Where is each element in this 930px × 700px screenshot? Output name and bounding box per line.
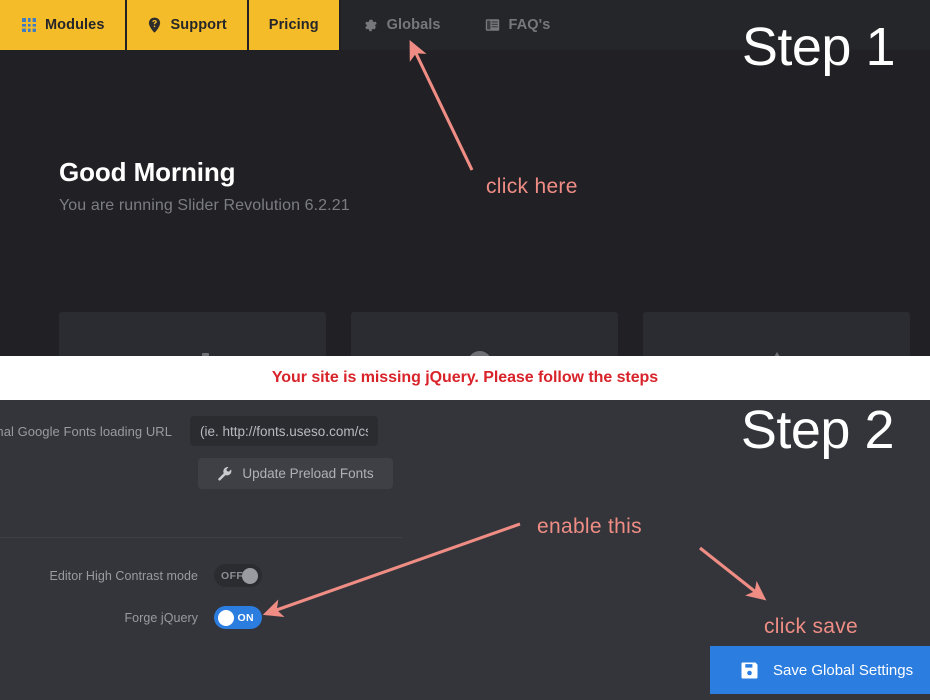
google-fonts-url-input[interactable] bbox=[190, 416, 378, 446]
update-preload-fonts-button[interactable]: Update Preload Fonts bbox=[198, 458, 393, 489]
question-pin-icon bbox=[147, 17, 162, 33]
google-fonts-url-row: tional Google Fonts loading URL bbox=[0, 416, 378, 446]
nav-item-faqs-label: FAQ's bbox=[508, 17, 551, 33]
editor-high-contrast-label: Editor High Contrast mode bbox=[49, 568, 198, 583]
greeting-title: Good Morning bbox=[59, 157, 236, 187]
editor-high-contrast-toggle[interactable]: OFF bbox=[214, 564, 262, 587]
toggle-knob bbox=[218, 609, 234, 626]
forge-jquery-label: Forge jQuery bbox=[124, 610, 198, 625]
forge-jquery-toggle[interactable]: ON bbox=[214, 606, 262, 629]
greeting-block: Good Morning You are running Slider Revo… bbox=[59, 158, 350, 215]
dashboard-card[interactable] bbox=[643, 312, 910, 356]
dashboard-card[interactable] bbox=[59, 312, 326, 356]
editor-high-contrast-state: OFF bbox=[221, 569, 244, 582]
step1-panel: Modules Support Pricing Globals FAQ's St… bbox=[0, 0, 930, 356]
save-global-settings-label: Save Global Settings bbox=[773, 661, 914, 679]
toggle-knob bbox=[242, 567, 258, 584]
section-divider bbox=[0, 537, 402, 538]
update-preload-fonts-label: Update Preload Fonts bbox=[242, 466, 374, 481]
greeting-subtitle: You are running Slider Revolution 6.2.21 bbox=[59, 196, 350, 214]
nav-item-globals[interactable]: Globals bbox=[341, 0, 463, 50]
jquery-missing-banner: Your site is missing jQuery. Please foll… bbox=[0, 356, 930, 400]
nav-item-pricing[interactable]: Pricing bbox=[248, 0, 341, 50]
nav-item-modules-label: Modules bbox=[45, 17, 105, 33]
book-icon bbox=[485, 18, 500, 32]
nav-item-modules[interactable]: Modules bbox=[0, 0, 127, 50]
editor-high-contrast-row: Editor High Contrast mode OFF bbox=[0, 564, 262, 587]
dashboard-cards-row bbox=[59, 312, 911, 356]
nav-item-support-label: Support bbox=[170, 17, 227, 33]
nav-item-support[interactable]: Support bbox=[126, 0, 249, 50]
forge-jquery-row: Forge jQuery ON bbox=[0, 606, 262, 629]
forge-jquery-state: ON bbox=[237, 611, 254, 624]
dashboard-card[interactable] bbox=[351, 312, 618, 356]
gear-icon bbox=[363, 18, 378, 33]
floppy-save-icon bbox=[740, 661, 759, 680]
google-fonts-url-label: tional Google Fonts loading URL bbox=[0, 423, 172, 439]
nav-item-pricing-label: Pricing bbox=[268, 17, 319, 33]
save-global-settings-button[interactable]: Save Global Settings bbox=[710, 646, 930, 694]
step-1-label: Step 1 bbox=[741, 17, 896, 77]
jquery-missing-message: Your site is missing jQuery. Please foll… bbox=[271, 369, 659, 386]
grid-icon bbox=[22, 18, 36, 32]
nav-item-globals-label: Globals bbox=[386, 17, 441, 33]
step-2-label: Step 2 bbox=[740, 400, 895, 460]
wrench-icon bbox=[217, 466, 232, 481]
nav-item-faqs[interactable]: FAQ's bbox=[463, 0, 573, 50]
screenshot-root: Modules Support Pricing Globals FAQ's St… bbox=[0, 0, 930, 700]
